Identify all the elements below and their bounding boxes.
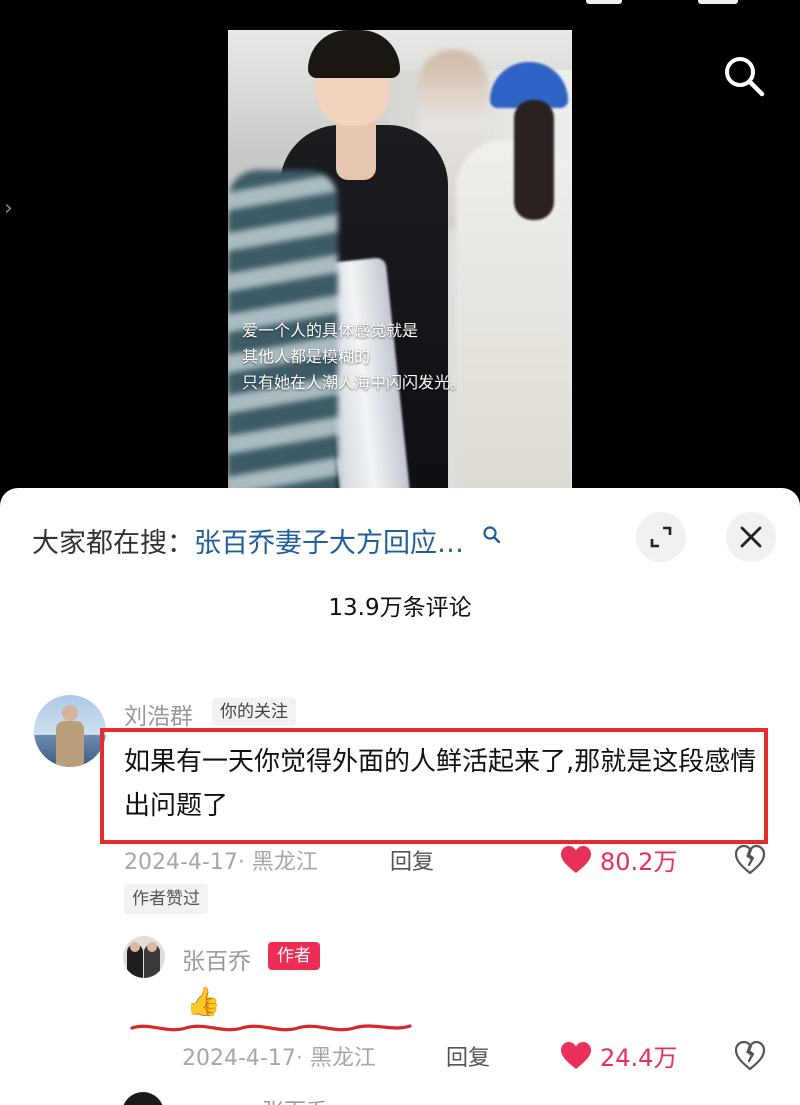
reply-username[interactable]: 张百乔 bbox=[262, 1094, 328, 1105]
comment-text: 如果有一天你觉得外面的人鲜活起来了,那就是这段感情出问题了 bbox=[124, 747, 757, 821]
reply-button[interactable]: 回复 bbox=[390, 844, 434, 876]
avatar-figure-head bbox=[62, 705, 78, 721]
comment-meta: 2024-4-17· 黑龙江 bbox=[124, 850, 318, 875]
avatar[interactable] bbox=[123, 936, 165, 978]
author-badge: 作者 bbox=[268, 942, 320, 970]
search-icon[interactable] bbox=[720, 52, 768, 100]
video-caption-line: 其他人都是模糊的 bbox=[242, 347, 371, 366]
heart-icon bbox=[561, 845, 591, 873]
reply-username[interactable]: 张百乔 bbox=[182, 942, 251, 976]
broken-heart-icon bbox=[734, 1040, 766, 1071]
avatar-figure-head bbox=[147, 942, 157, 952]
avatar[interactable] bbox=[34, 695, 106, 767]
comment-count: 13.9万条评论 bbox=[328, 595, 472, 621]
like-count: 24.4万 bbox=[600, 1044, 678, 1072]
author-liked-badge: 作者赞过 bbox=[124, 884, 208, 914]
comment-sheet: 大家都在搜： 张百乔妻子大方回应… 13.9万条评论 刘浩群 你的关注 如果有一… bbox=[0, 488, 800, 1105]
video-frame[interactable]: 爱一个人的具体感觉就是 其他人都是模糊的 只有她在人潮人海中闪闪发光。 bbox=[228, 30, 572, 510]
video-caption-line: 只有她在人潮人海中闪闪发光。 bbox=[242, 373, 467, 392]
avatar[interactable] bbox=[122, 1092, 164, 1105]
close-button[interactable] bbox=[726, 512, 776, 562]
like-button[interactable]: 24.4万 bbox=[560, 1038, 677, 1073]
search-icon[interactable] bbox=[482, 525, 502, 545]
like-button[interactable]: 80.2万 bbox=[560, 842, 677, 877]
expand-icon bbox=[650, 526, 672, 548]
like-count: 80.2万 bbox=[600, 848, 678, 876]
expand-button[interactable] bbox=[636, 512, 686, 562]
close-icon bbox=[740, 526, 762, 548]
reply-button[interactable]: 回复 bbox=[446, 1040, 490, 1072]
trending-search-prefix: 大家都在搜： bbox=[32, 527, 194, 559]
chevron-right-icon[interactable]: › bbox=[4, 198, 13, 220]
avatar-figure-head bbox=[130, 942, 140, 952]
dislike-button[interactable] bbox=[734, 844, 766, 876]
following-badge: 你的关注 bbox=[212, 698, 296, 726]
heart-icon bbox=[561, 1041, 591, 1069]
comment-meta: 2024-4-17· 黑龙江 bbox=[182, 1046, 376, 1071]
dislike-button[interactable] bbox=[734, 1040, 766, 1072]
thumbs-up-emoji: 👍 bbox=[186, 985, 221, 1018]
video-person-right-hair bbox=[514, 100, 554, 220]
red-squiggle-annotation bbox=[130, 1024, 412, 1032]
video-caption-line: 爱一个人的具体感觉就是 bbox=[242, 321, 419, 340]
comment-username[interactable]: 刘浩群 bbox=[124, 697, 193, 731]
avatar-figure-coat bbox=[56, 721, 84, 767]
trending-search-bar[interactable]: 大家都在搜： 张百乔妻子大方回应… bbox=[32, 520, 502, 560]
broken-heart-icon bbox=[734, 844, 766, 875]
trending-search-query[interactable]: 张百乔妻子大方回应… bbox=[194, 521, 464, 560]
video-area[interactable]: › 爱一个人的具体感觉就是 其他人都是模糊的 只有她在人潮人海中闪闪发光。 bbox=[0, 0, 800, 510]
video-caption: 爱一个人的具体感觉就是 其他人都是模糊的 只有她在人潮人海中闪闪发光。 bbox=[242, 318, 466, 396]
